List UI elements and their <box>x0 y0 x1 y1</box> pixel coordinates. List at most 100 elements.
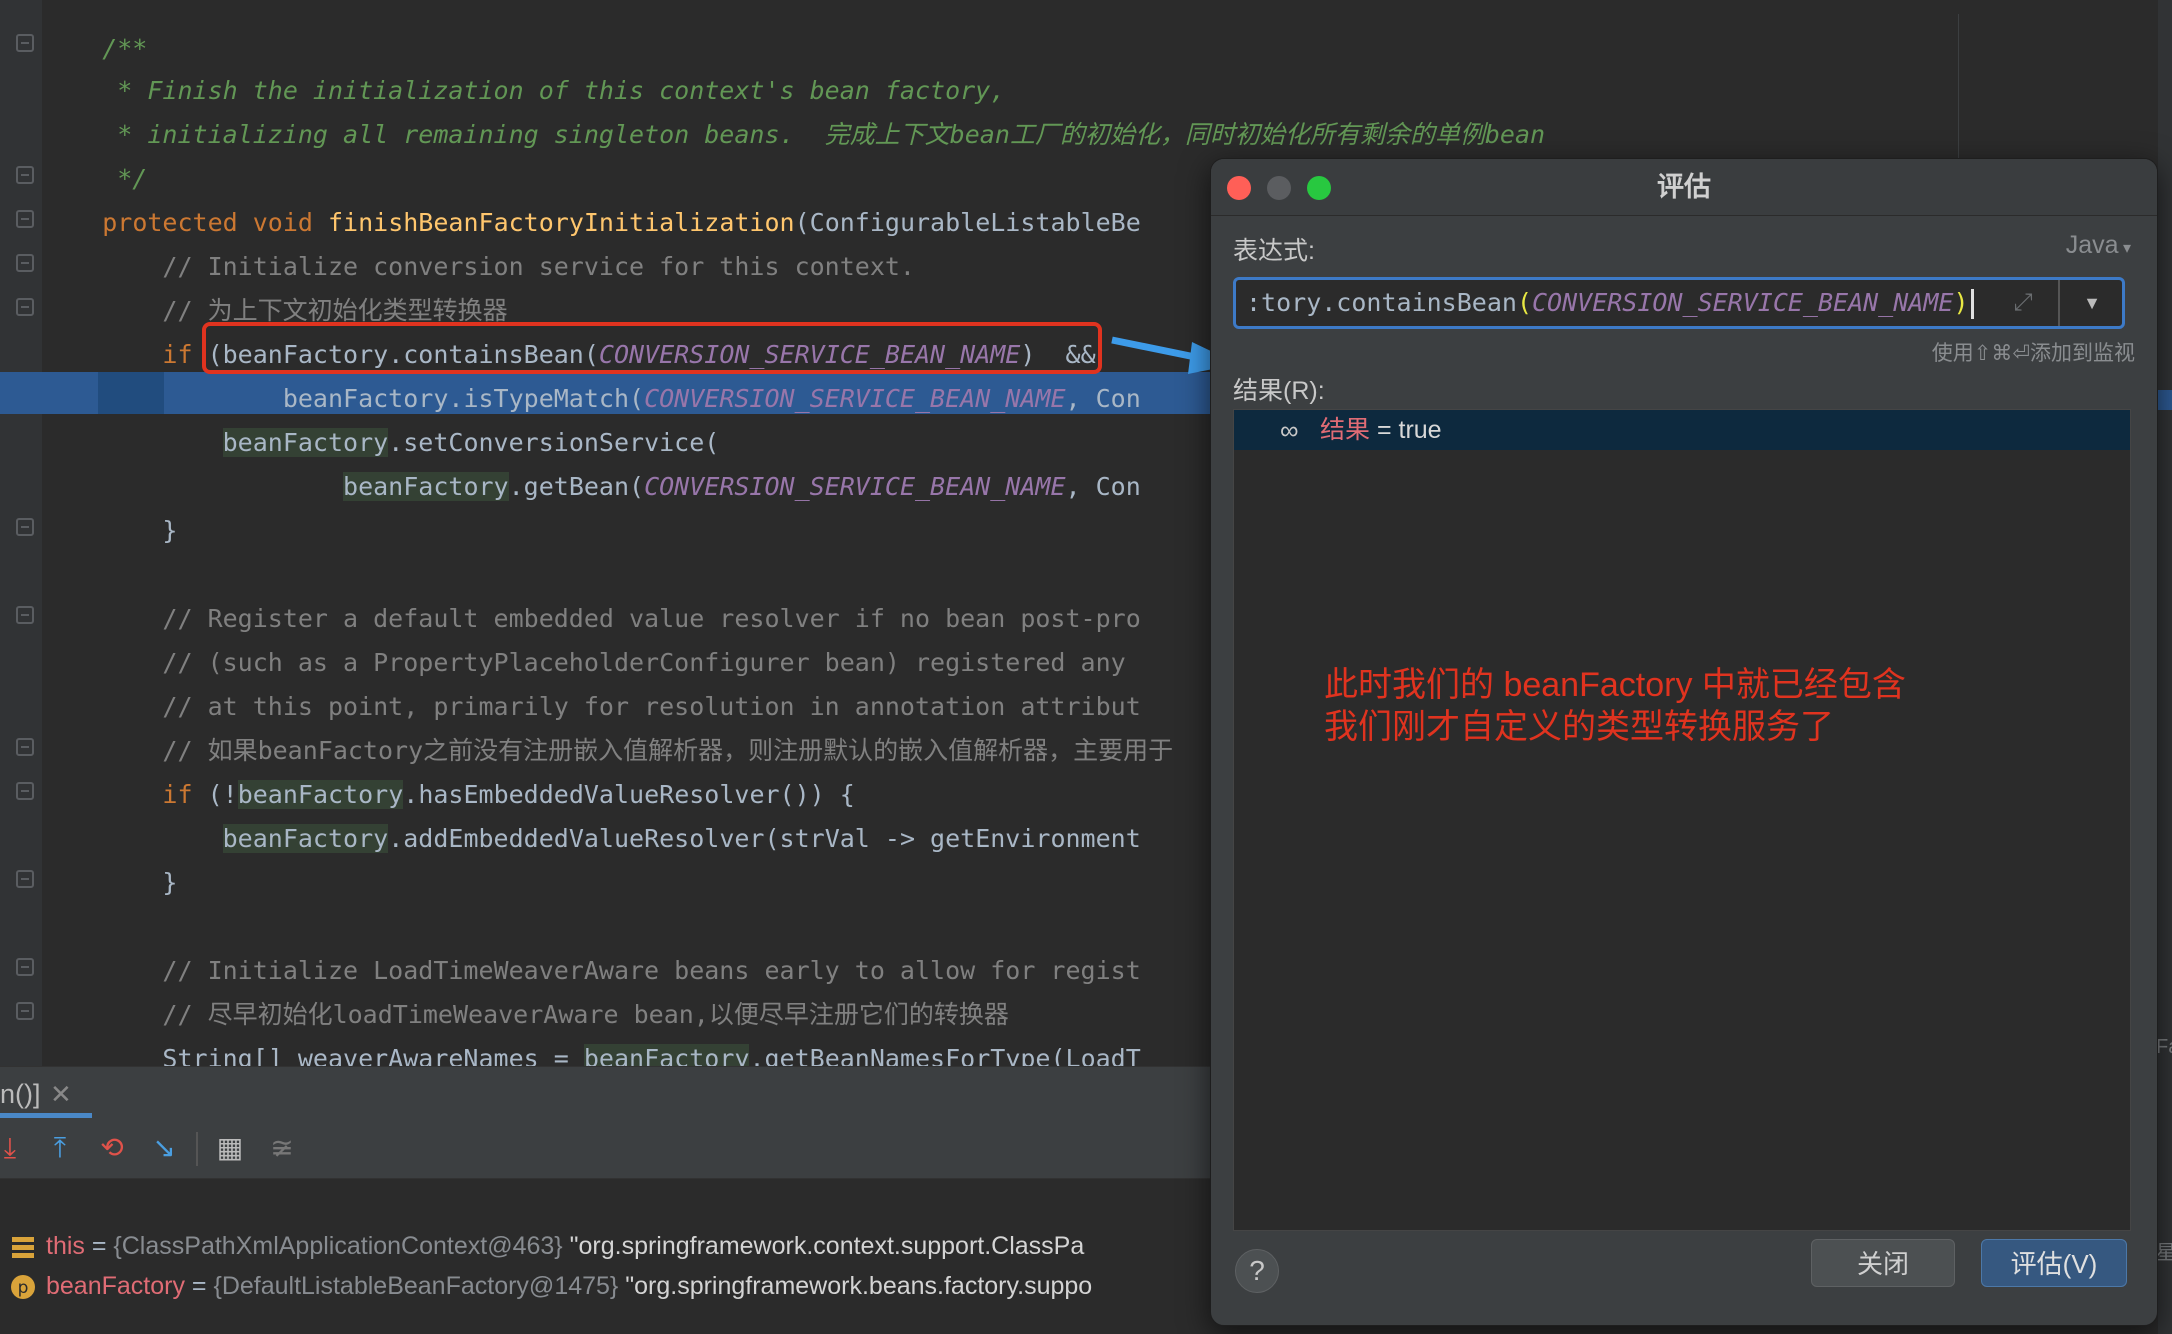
code-line[interactable]: // Initialize conversion service for thi… <box>42 246 915 288</box>
fold-marker-icon[interactable] <box>16 210 34 228</box>
code-token: CONVERSION_SERVICE_BEAN_NAME <box>644 472 1066 501</box>
code-line[interactable]: * Finish the initialization of this cont… <box>42 70 1005 112</box>
debug-tab-bar: n()] ✕ <box>0 1066 1220 1119</box>
dialog-titlebar[interactable]: 评估 <box>1211 159 2157 216</box>
code-line[interactable]: // 如果beanFactory之前没有注册嵌入值解析器，则注册默认的嵌入值解析… <box>42 730 1173 772</box>
code-token: * Finish the initialization of this cont… <box>42 76 1006 105</box>
code-token: , Con <box>1065 472 1141 501</box>
result-key: 结果 <box>1320 416 1371 444</box>
editor-gutter[interactable] <box>0 0 42 1066</box>
variable-row[interactable]: p beanFactory = {DefaultListableBeanFact… <box>0 1266 1092 1306</box>
dropdown-separator <box>2058 280 2060 326</box>
watch-glasses-icon: ∞ <box>1280 415 1299 445</box>
code-line[interactable]: beanFactory.setConversionService( <box>42 422 719 464</box>
code-token: .setConversionService( <box>388 428 720 457</box>
history-dropdown-icon[interactable]: ▼ <box>2072 280 2112 326</box>
edge-text: Fa <box>2156 1036 2172 1058</box>
code-line[interactable]: } <box>42 510 177 552</box>
variable-type: {DefaultListableBeanFactory@1475} <box>213 1272 619 1300</box>
code-line[interactable]: // Register a default embedded value res… <box>42 598 1140 640</box>
code-line[interactable]: * initializing all remaining singleton b… <box>42 114 1545 156</box>
code-token: finishBeanFactoryInitialization <box>328 208 795 237</box>
trace-stream-icon[interactable]: ≆ <box>264 1130 300 1166</box>
variable-name: this <box>46 1232 85 1260</box>
fold-marker-icon[interactable] <box>16 738 34 756</box>
close-tab-icon[interactable]: ✕ <box>50 1073 72 1115</box>
fold-marker-icon[interactable] <box>16 958 34 976</box>
highlight-annotation-box <box>202 322 1102 374</box>
debug-frame-tab[interactable]: n()] <box>0 1073 49 1115</box>
fold-marker-icon[interactable] <box>16 1002 34 1020</box>
code-line[interactable]: // (such as a PropertyPlaceholderConfigu… <box>42 642 1126 684</box>
code-token: // (such as a PropertyPlaceholderConfigu… <box>42 648 1126 677</box>
code-line[interactable]: } <box>42 862 177 904</box>
step-out-icon[interactable]: ⤒ <box>42 1130 78 1166</box>
text-caret <box>1970 289 1974 319</box>
code-token: // 为上下文初始化类型转换器 <box>42 296 508 325</box>
result-label: 结果(R): <box>1233 377 1325 405</box>
code-token: .getBeanNamesForType(LoadT <box>749 1044 1141 1066</box>
code-token: CONVERSION_SERVICE_BEAN_NAME <box>644 384 1066 413</box>
expression-input[interactable]: :tory.containsBean(CONVERSION_SERVICE_BE… <box>1233 277 2125 329</box>
fold-marker-icon[interactable] <box>16 870 34 888</box>
fold-marker-icon[interactable] <box>16 166 34 184</box>
code-token: beanFactory <box>583 1044 750 1066</box>
code-token: (ConfigurableListableBe <box>794 208 1141 237</box>
code-line[interactable]: if (!beanFactory.hasEmbeddedValueResolve… <box>42 774 855 816</box>
code-line[interactable]: // Initialize LoadTimeWeaverAware beans … <box>42 950 1141 992</box>
fold-marker-icon[interactable] <box>16 606 34 624</box>
variable-value: "org.springframework.context.support.Cla… <box>569 1232 1085 1260</box>
code-token: // 尽早初始化loadTimeWeaverAware bean,以便尽早注册它… <box>42 1000 1009 1029</box>
code-line[interactable]: // 尽早初始化loadTimeWeaverAware bean,以便尽早注册它… <box>42 994 1009 1036</box>
right-edge-strip <box>2158 0 2172 1334</box>
code-token: /** <box>42 34 148 63</box>
code-line[interactable]: protected void finishBeanFactoryInitiali… <box>42 202 1141 244</box>
close-button[interactable]: 关闭 <box>1811 1239 1955 1287</box>
expand-icon[interactable]: ⤢ <box>2006 286 2040 320</box>
annotation-line: 我们刚才自定义的类型转换服务了 <box>1324 708 1834 746</box>
drop-frame-icon[interactable]: ⟲ <box>94 1130 130 1166</box>
code-token: // Initialize LoadTimeWeaverAware beans … <box>42 956 1141 985</box>
variable-type: {ClassPathXmlApplicationContext@463} <box>113 1232 563 1260</box>
field-list-icon <box>12 1237 34 1259</box>
annotation-note: 此时我们的 beanFactory 中就已经包含 我们刚才自定义的类型转换服务了 <box>1324 664 1906 748</box>
expression-paren: ( <box>1516 288 1532 317</box>
result-row[interactable]: ∞ 结果 = true <box>1234 410 2130 450</box>
code-token: beanFactory <box>237 780 404 809</box>
code-line[interactable]: */ <box>42 158 147 200</box>
code-token: beanFactory.isTypeMatch( <box>282 384 645 413</box>
code-token: if <box>162 340 208 369</box>
evaluate-expression-icon[interactable]: ▦ <box>212 1130 248 1166</box>
result-tree[interactable]: ∞ 结果 = true 此时我们的 beanFactory 中就已经包含 我们刚… <box>1233 409 2131 1231</box>
code-token: beanFactory <box>222 824 389 853</box>
fold-marker-icon[interactable] <box>16 34 34 52</box>
code-token: */ <box>42 164 148 193</box>
help-button[interactable]: ? <box>1235 1249 1279 1293</box>
debug-toolbar: ⤓ ⤒ ⟲ ↘ ▦ ≆ <box>0 1118 1220 1179</box>
fold-marker-icon[interactable] <box>16 782 34 800</box>
variable-name: beanFactory <box>46 1272 185 1300</box>
code-line[interactable]: // at this point, primarily for resoluti… <box>42 686 1140 728</box>
code-line[interactable]: beanFactory.isTypeMatch(CONVERSION_SERVI… <box>42 378 1141 420</box>
code-token: .addEmbeddedValueResolver(strVal -> getE… <box>388 824 1141 853</box>
code-line[interactable]: String[] weaverAwareNames = beanFactory.… <box>42 1038 1141 1066</box>
expression-text[interactable]: :tory.containsBean(CONVERSION_SERVICE_BE… <box>1246 280 1974 326</box>
language-dropdown[interactable]: Java ▾ <box>2066 231 2131 260</box>
fold-marker-icon[interactable] <box>16 518 34 536</box>
fold-marker-icon[interactable] <box>16 298 34 316</box>
run-to-cursor-icon[interactable]: ↘ <box>146 1130 182 1166</box>
evaluate-button[interactable]: 评估(V) <box>1981 1239 2127 1287</box>
variable-row[interactable]: this = {ClassPathXmlApplicationContext@4… <box>0 1226 1084 1266</box>
toolbar-separator <box>196 1132 198 1166</box>
code-line[interactable]: beanFactory.addEmbeddedValueResolver(str… <box>42 818 1141 860</box>
code-token: * initializing all remaining singleton b… <box>42 120 1546 149</box>
evaluate-dialog: 评估 表达式: Java ▾ :tory.containsBean(CONVER… <box>1210 158 2158 1326</box>
step-into-icon[interactable]: ⤓ <box>0 1130 28 1166</box>
code-line[interactable]: /** <box>42 28 147 70</box>
code-line[interactable]: beanFactory.getBean(CONVERSION_SERVICE_B… <box>42 466 1141 508</box>
fold-marker-icon[interactable] <box>16 254 34 272</box>
code-token: // 如果beanFactory之前没有注册嵌入值解析器，则注册默认的嵌入值解析… <box>42 736 1174 765</box>
